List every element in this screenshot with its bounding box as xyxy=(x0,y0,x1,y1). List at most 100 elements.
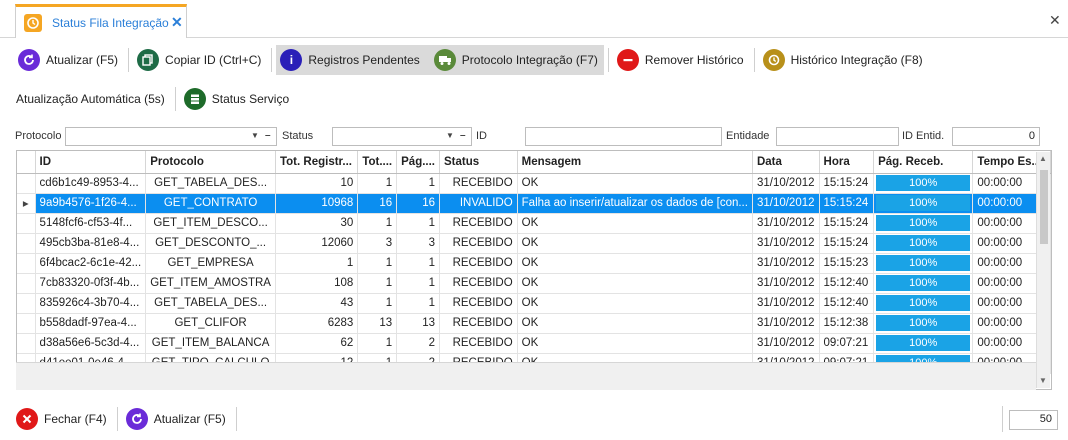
clear-icon[interactable]: – xyxy=(460,130,466,141)
protocolo-dropdown[interactable] xyxy=(65,127,277,146)
id-entid-input[interactable]: 0 xyxy=(952,127,1040,146)
status-servico-button[interactable]: Status Serviço xyxy=(180,84,295,114)
cell-id[interactable]: 6f4bcac2-6c1e-42... xyxy=(35,253,147,274)
cell-pag-receb[interactable]: 100% xyxy=(873,273,974,294)
column-header-id[interactable]: ID xyxy=(35,151,147,174)
cell-id[interactable]: 9a9b4576-1f26-4... xyxy=(35,193,147,214)
registros-pendentes-button[interactable]: i Registros Pendentes xyxy=(276,45,426,75)
table-row[interactable]: 835926c4-3b70-4... GET_TABELA_DES... 43 1 1 R… xyxy=(17,293,1051,314)
cell-protocolo[interactable]: GET_ITEM_DESCO... xyxy=(145,213,276,234)
cell-pag[interactable]: 3 xyxy=(396,233,440,254)
historico-integracao-button[interactable]: Histórico Integração (F8) xyxy=(759,45,929,75)
column-header-mensagem[interactable]: Mensagem xyxy=(517,151,753,174)
cell-pag-receb[interactable]: 100% xyxy=(873,313,974,334)
table-row[interactable]: 6f4bcac2-6c1e-42... GET_EMPRESA 1 1 1 RECEBID… xyxy=(17,253,1051,274)
remover-historico-button[interactable]: Remover Histórico xyxy=(613,45,750,75)
cell-tot[interactable]: 1 xyxy=(357,273,398,294)
cell-pag[interactable]: 1 xyxy=(396,253,440,274)
cell-mensagem[interactable]: OK xyxy=(517,313,753,334)
cell-data[interactable]: 31/10/2012 xyxy=(752,173,820,194)
cell-hora[interactable]: 15:12:40 xyxy=(819,293,875,314)
cell-mensagem[interactable]: OK xyxy=(517,253,753,274)
cell-mensagem[interactable]: OK xyxy=(517,273,753,294)
scroll-thumb[interactable] xyxy=(1040,170,1048,244)
cell-pag-receb[interactable]: 100% xyxy=(873,193,974,214)
cell-id[interactable]: b558dadf-97ea-4... xyxy=(35,313,147,334)
cell-tot-reg[interactable]: 10968 xyxy=(275,193,359,214)
cell-pag-receb[interactable]: 100% xyxy=(873,253,974,274)
cell-pag[interactable]: 13 xyxy=(396,313,440,334)
cell-tot-reg[interactable]: 1 xyxy=(275,253,359,274)
cell-protocolo[interactable]: GET_ITEM_BALANCA xyxy=(145,333,276,354)
cell-tot[interactable]: 1 xyxy=(357,173,398,194)
cell-protocolo[interactable]: GET_DESCONTO_... xyxy=(145,233,276,254)
cell-mensagem[interactable]: OK xyxy=(517,293,753,314)
cell-tot-reg[interactable]: 62 xyxy=(275,333,359,354)
table-row[interactable]: ▸ 9a9b4576-1f26-4... GET_CONTRATO 10968 16 16… xyxy=(17,193,1051,214)
cell-tot[interactable]: 1 xyxy=(357,213,398,234)
cell-hora[interactable]: 15:15:24 xyxy=(819,233,875,254)
column-header-data[interactable]: Data xyxy=(752,151,820,174)
copiar-id-button[interactable]: Copiar ID (Ctrl+C) xyxy=(133,45,267,75)
cell-hora[interactable]: 15:15:23 xyxy=(819,253,875,274)
cell-hora[interactable]: 09:07:21 xyxy=(819,333,875,354)
cell-hora[interactable]: 15:15:24 xyxy=(819,213,875,234)
cell-protocolo[interactable]: GET_TABELA_DES... xyxy=(145,293,276,314)
table-row[interactable]: d38a56e6-5c3d-4... GET_ITEM_BALANCA 62 1 2 RE… xyxy=(17,333,1051,354)
cell-tot-reg[interactable]: 12060 xyxy=(275,233,359,254)
entidade-input[interactable] xyxy=(776,127,899,146)
cell-mensagem[interactable]: OK xyxy=(517,333,753,354)
cell-tot-reg[interactable]: 6283 xyxy=(275,313,359,334)
cell-status[interactable]: RECEBIDO xyxy=(439,173,518,194)
protocolo-integracao-button[interactable]: Protocolo Integração (F7) xyxy=(425,45,604,75)
cell-hora[interactable]: 15:15:24 xyxy=(819,173,875,194)
cell-mensagem[interactable]: OK xyxy=(517,233,753,254)
cell-protocolo[interactable]: GET_ITEM_AMOSTRA xyxy=(145,273,276,294)
table-row[interactable]: cd6b1c49-8953-4... GET_TABELA_DES... 10 1 1 R… xyxy=(17,173,1051,194)
cell-hora[interactable]: 15:15:24 xyxy=(819,193,875,214)
column-header-pag[interactable]: Pág.... xyxy=(396,151,440,174)
cell-pag-receb[interactable]: 100% xyxy=(873,333,974,354)
cell-protocolo[interactable]: GET_TABELA_DES... xyxy=(145,173,276,194)
id-input[interactable] xyxy=(525,127,722,146)
chevron-down-icon[interactable]: ▼ xyxy=(446,131,454,140)
column-header-status[interactable]: Status xyxy=(439,151,518,174)
cell-status[interactable]: RECEBIDO xyxy=(439,213,518,234)
cell-tot[interactable]: 1 xyxy=(357,253,398,274)
cell-data[interactable]: 31/10/2012 xyxy=(752,333,820,354)
cell-mensagem[interactable]: Falha ao inserir/atualizar os dados de [… xyxy=(517,193,753,214)
cell-pag[interactable]: 1 xyxy=(396,173,440,194)
cell-hora[interactable]: 15:12:40 xyxy=(819,273,875,294)
tab-close-icon[interactable]: ✕ xyxy=(171,14,183,31)
cell-id[interactable]: d38a56e6-5c3d-4... xyxy=(35,333,147,354)
cell-tot[interactable]: 3 xyxy=(357,233,398,254)
table-row[interactable]: b558dadf-97ea-4... GET_CLIFOR 6283 13 13 RECE… xyxy=(17,313,1051,334)
tab-status-fila[interactable]: Status Fila Integração ✕ xyxy=(15,4,187,38)
cell-id[interactable]: 7cb83320-0f3f-4b... xyxy=(35,273,147,294)
cell-status[interactable]: RECEBIDO xyxy=(439,313,518,334)
cell-pag[interactable]: 1 xyxy=(396,273,440,294)
cell-tot[interactable]: 1 xyxy=(357,293,398,314)
cell-id[interactable]: 835926c4-3b70-4... xyxy=(35,293,147,314)
cell-protocolo[interactable]: GET_CONTRATO xyxy=(145,193,276,214)
cell-tot-reg[interactable]: 108 xyxy=(275,273,359,294)
cell-protocolo[interactable]: GET_EMPRESA xyxy=(145,253,276,274)
cell-status[interactable]: INVALIDO xyxy=(439,193,518,214)
column-header-tot-registros[interactable]: Tot. Registr... xyxy=(275,151,359,174)
cell-pag-receb[interactable]: 100% xyxy=(873,173,974,194)
column-header-tot[interactable]: Tot.... xyxy=(357,151,398,174)
cell-hora[interactable]: 15:12:38 xyxy=(819,313,875,334)
cell-pag[interactable]: 16 xyxy=(396,193,440,214)
atualizar-button[interactable]: Atualizar (F5) xyxy=(14,45,124,75)
cell-tot-reg[interactable]: 43 xyxy=(275,293,359,314)
table-row[interactable]: 495cb3ba-81e8-4... GET_DESCONTO_... 12060 3… xyxy=(17,233,1051,254)
cell-tot[interactable]: 1 xyxy=(357,333,398,354)
cell-status[interactable]: RECEBIDO xyxy=(439,273,518,294)
cell-status[interactable]: RECEBIDO xyxy=(439,253,518,274)
cell-status[interactable]: RECEBIDO xyxy=(439,233,518,254)
cell-data[interactable]: 31/10/2012 xyxy=(752,193,820,214)
cell-data[interactable]: 31/10/2012 xyxy=(752,233,820,254)
atualizacao-automatica-toggle[interactable]: Atualização Automática (5s) xyxy=(12,84,171,114)
clear-icon[interactable]: – xyxy=(265,130,271,141)
cell-protocolo[interactable]: GET_CLIFOR xyxy=(145,313,276,334)
